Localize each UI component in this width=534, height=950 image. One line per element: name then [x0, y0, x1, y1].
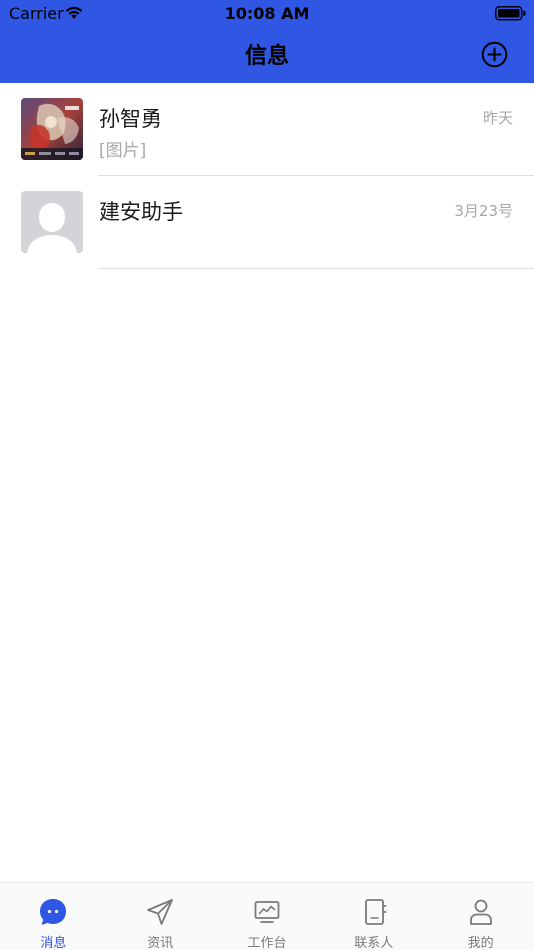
- monitor-chart-icon: [254, 901, 280, 923]
- person-icon: [469, 899, 492, 925]
- paper-plane-icon: [147, 899, 174, 925]
- divider: [98, 268, 534, 269]
- conversation-name: 孙智勇: [99, 107, 162, 131]
- page-title: 信息: [244, 44, 289, 69]
- avatar: [21, 98, 83, 160]
- conversation-time: 昨天: [482, 109, 513, 127]
- tab-label: 我的: [467, 936, 494, 950]
- default-avatar-icon: [21, 191, 83, 253]
- conversation-row[interactable]: 孙智勇 [图片] 昨天: [0, 83, 534, 176]
- conversation-row[interactable]: 建安助手 3月23号: [0, 176, 534, 269]
- address-book-icon: [364, 899, 387, 925]
- conversation-name: 建安助手: [99, 200, 183, 224]
- tab-workbench[interactable]: 工作台: [214, 883, 321, 950]
- conversation-preview: [图片]: [99, 141, 147, 161]
- status-time: 10:08 AM: [224, 4, 310, 23]
- status-bar: Carrier 10:08 AM: [0, 0, 534, 28]
- conversation-time: 3月23号: [454, 202, 513, 220]
- tab-contacts[interactable]: 联系人: [320, 883, 427, 950]
- battery-icon: [495, 6, 526, 21]
- add-button[interactable]: [481, 41, 508, 68]
- conversation-list: 孙智勇 [图片] 昨天 建安助手 3月23号: [0, 83, 534, 269]
- avatar: [21, 191, 83, 253]
- photo-avatar-image: [21, 98, 83, 160]
- tab-bar: 消息 资讯 工作台 联系人 我的: [0, 882, 534, 950]
- tab-label: 联系人: [354, 936, 394, 950]
- header: Carrier 10:08 AM 信息: [0, 0, 534, 83]
- tab-messages[interactable]: 消息: [0, 883, 107, 950]
- tab-label: 资讯: [147, 936, 174, 950]
- tab-label: 工作台: [247, 936, 287, 950]
- tab-news[interactable]: 资讯: [107, 883, 214, 950]
- chat-bubble-icon: [40, 899, 67, 925]
- tab-profile[interactable]: 我的: [427, 883, 534, 950]
- tab-label: 消息: [40, 936, 67, 950]
